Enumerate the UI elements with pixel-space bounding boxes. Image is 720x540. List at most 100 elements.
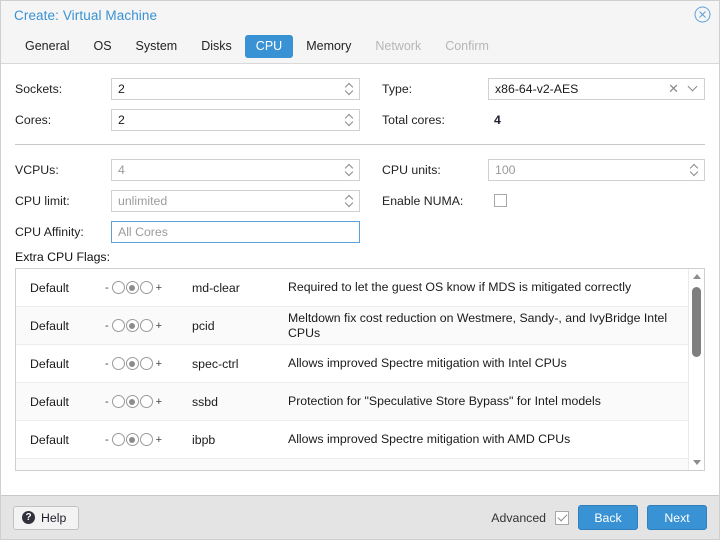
tab-system[interactable]: System: [125, 35, 189, 58]
radio-on[interactable]: [139, 319, 153, 332]
chevron-down-icon[interactable]: [346, 202, 353, 206]
scroll-up-icon[interactable]: [689, 269, 704, 284]
radio-default[interactable]: [125, 395, 139, 408]
radio-default[interactable]: [125, 433, 139, 446]
radio-set: [111, 433, 153, 446]
chevron-down-icon[interactable]: [346, 171, 353, 175]
table-row[interactable]: Default - + pcid Meltdown fix cost reduction…: [16, 307, 704, 345]
plus-label: +: [155, 281, 163, 294]
radio-off[interactable]: [111, 433, 125, 446]
field-row-vcpus: VCPUs: 4: [15, 155, 360, 184]
enable-numa-label: Enable NUMA:: [382, 193, 464, 208]
field-group-sockets-type: Sockets: 2 Cores: 2 Type: x86-64-v2-AES …: [15, 74, 705, 136]
tab-general[interactable]: General: [14, 35, 80, 58]
table-row[interactable]: Default - + md-clear Required to let the gue…: [16, 269, 704, 307]
type-combobox[interactable]: x86-64-v2-AES ✕: [488, 77, 705, 100]
flag-state-label: Default: [30, 280, 69, 295]
extra-cpu-flags-label: Extra CPU Flags:: [15, 250, 110, 264]
field-row-cpu-limit: CPU limit: unlimited: [15, 186, 360, 215]
footer-actions: Advanced Back Next: [491, 505, 707, 530]
field-row-sockets: Sockets: 2: [15, 74, 360, 103]
enable-numa-checkbox[interactable]: [494, 194, 507, 207]
field-group-vcpu-units: VCPUs: 4 CPU limit: unlimited CPU Affini…: [15, 155, 705, 248]
radio-on[interactable]: [139, 281, 153, 294]
cpu-panel: Sockets: 2 Cores: 2 Type: x86-64-v2-AES …: [1, 64, 719, 495]
cores-spinner[interactable]: [343, 112, 355, 128]
radio-on[interactable]: [139, 433, 153, 446]
cpu-affinity-label: CPU Affinity:: [15, 224, 84, 239]
tab-network: Network: [375, 38, 422, 53]
create-vm-dialog: Create: Virtual Machine General OS Syste…: [0, 0, 720, 540]
flag-state-label: Default: [30, 356, 69, 371]
chevron-down-icon[interactable]: [686, 82, 700, 96]
minus-label: -: [105, 281, 109, 294]
grid-scrollbar[interactable]: [688, 269, 704, 470]
field-row-total-cores: Total cores: 4: [382, 105, 705, 134]
radio-off[interactable]: [111, 281, 125, 294]
cpu-limit-spinner[interactable]: [343, 193, 355, 209]
flag-name: md-clear: [192, 280, 240, 295]
back-button[interactable]: Back: [578, 505, 638, 530]
vcpus-spinner[interactable]: [343, 162, 355, 178]
flag-description: Basis for "Speculative Store Bypass" pro…: [288, 470, 688, 471]
close-icon[interactable]: [694, 6, 711, 23]
flag-state-radio-group[interactable]: - +: [102, 433, 192, 446]
radio-off[interactable]: [111, 357, 125, 370]
flag-state-label: Default: [30, 432, 69, 447]
tab-disks[interactable]: Disks: [190, 35, 243, 58]
help-button[interactable]: ? Help: [13, 505, 80, 530]
radio-on[interactable]: [139, 395, 153, 408]
radio-off[interactable]: [111, 319, 125, 332]
cpu-units-input[interactable]: 100: [488, 158, 705, 181]
flag-state-radio-group[interactable]: - +: [102, 357, 192, 370]
radio-on[interactable]: [139, 357, 153, 370]
tab-cpu[interactable]: CPU: [244, 34, 294, 58]
chevron-down-icon[interactable]: [691, 171, 698, 175]
checkmark-icon: [557, 511, 567, 522]
advanced-checkbox[interactable]: [555, 510, 569, 525]
column-left-bottom: VCPUs: 4 CPU limit: unlimited CPU Affini…: [15, 155, 360, 248]
clear-icon[interactable]: ✕: [664, 82, 686, 95]
chevron-down-icon[interactable]: [346, 121, 353, 125]
flag-name: pcid: [192, 318, 215, 333]
flag-name: ssbd: [192, 394, 218, 409]
flag-name: ibpb: [192, 432, 216, 447]
sockets-input[interactable]: 2: [111, 77, 360, 100]
cpu-affinity-input[interactable]: All Cores: [111, 220, 360, 243]
scroll-down-icon[interactable]: [689, 455, 704, 470]
scrollbar-thumb[interactable]: [692, 287, 701, 357]
cpu-units-placeholder: 100: [495, 162, 516, 177]
cpu-limit-placeholder: unlimited: [118, 193, 168, 208]
radio-default[interactable]: [125, 281, 139, 294]
column-right-top: Type: x86-64-v2-AES ✕ Total cores: 4: [360, 74, 705, 136]
cpu-limit-input[interactable]: unlimited: [111, 189, 360, 212]
tab-memory[interactable]: Memory: [295, 35, 362, 58]
chevron-down-icon[interactable]: [346, 90, 353, 94]
flag-description: Meltdown fix cost reduction on Westmere,…: [288, 310, 668, 340]
radio-set: [111, 395, 153, 408]
field-row-cpu-affinity: CPU Affinity: All Cores: [15, 217, 360, 246]
radio-set: [111, 319, 153, 332]
flag-state-radio-group[interactable]: - +: [102, 281, 192, 294]
flag-state-radio-group[interactable]: - +: [102, 319, 192, 332]
table-row[interactable]: Default - + spec-ctrl Allows improved Spectr…: [16, 345, 704, 383]
radio-default[interactable]: [125, 357, 139, 370]
radio-default[interactable]: [125, 319, 139, 332]
sockets-spinner[interactable]: [343, 81, 355, 97]
table-row[interactable]: Default - + ssbd Protection for "Speculative…: [16, 383, 704, 421]
cores-input[interactable]: 2: [111, 108, 360, 131]
next-button[interactable]: Next: [647, 505, 707, 530]
cores-value: 2: [118, 112, 125, 127]
table-row[interactable]: Default-+virt-ssbdBasis for "Speculative…: [16, 459, 704, 471]
table-row[interactable]: Default - + ibpb Allows improved Spectre mit…: [16, 421, 704, 459]
tab-confirm: Confirm: [445, 38, 489, 53]
radio-off[interactable]: [111, 395, 125, 408]
vcpus-input[interactable]: 4: [111, 158, 360, 181]
cpu-units-spinner[interactable]: [688, 162, 700, 178]
flag-state-label: Default: [30, 318, 69, 333]
type-value: x86-64-v2-AES: [495, 81, 579, 96]
tab-os[interactable]: OS: [82, 35, 122, 58]
type-label: Type:: [382, 81, 413, 96]
column-left-top: Sockets: 2 Cores: 2: [15, 74, 360, 136]
flag-state-radio-group[interactable]: - +: [102, 395, 192, 408]
